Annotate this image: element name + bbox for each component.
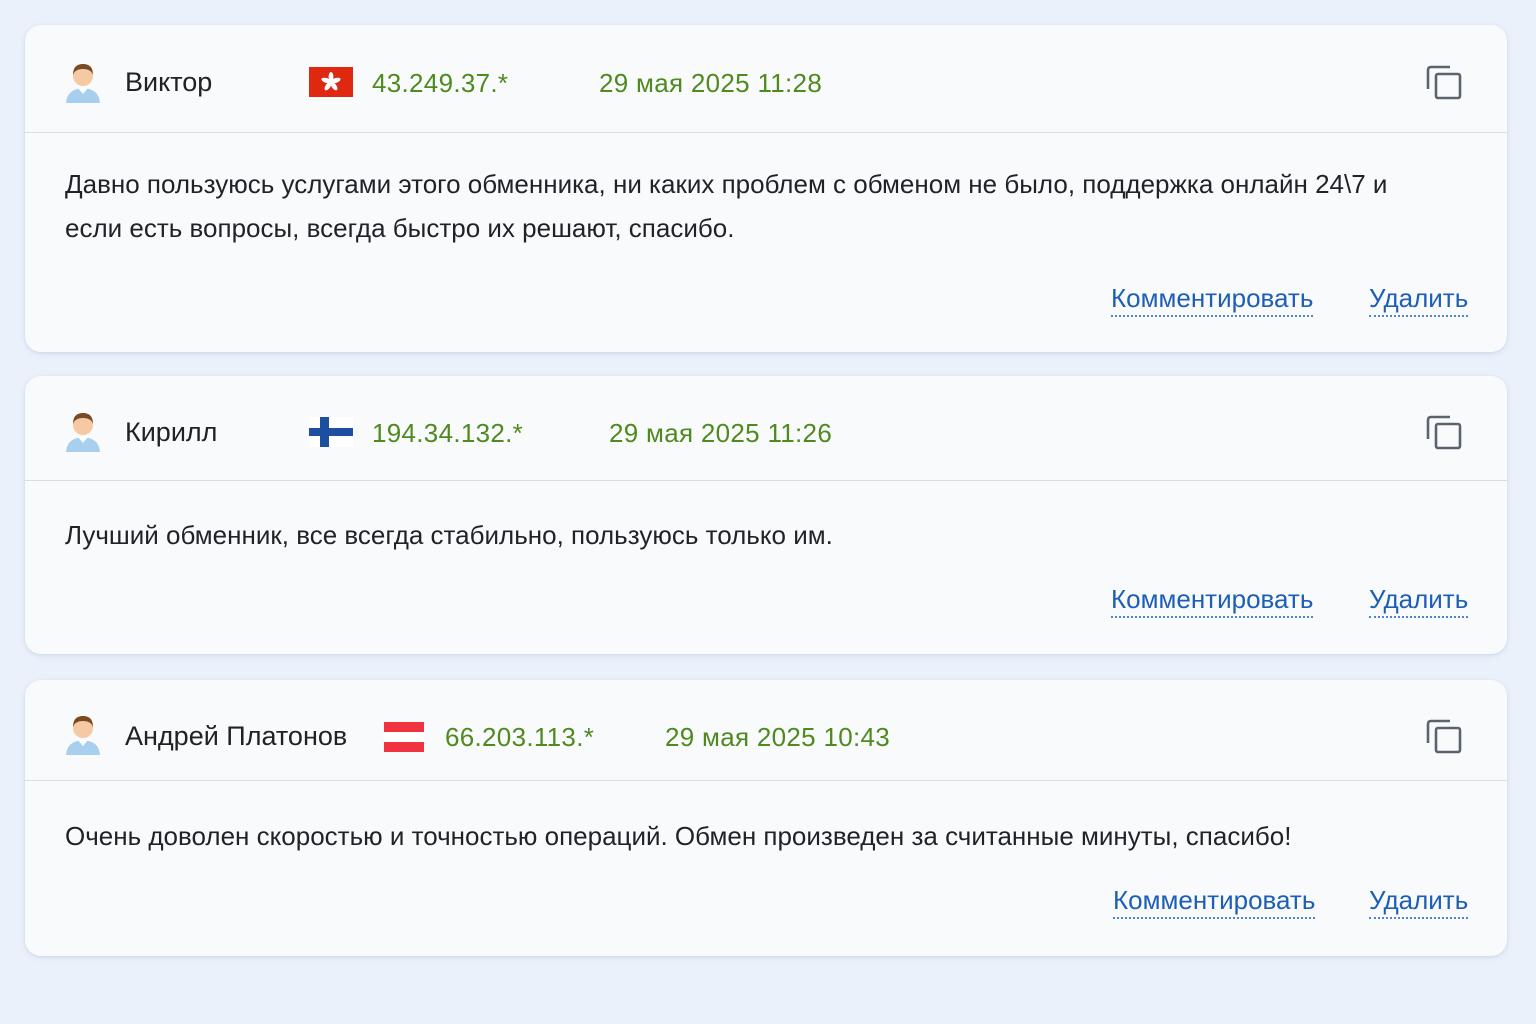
review-text: Давно пользуюсь услугами этого обменника…: [65, 169, 1388, 243]
review-header: Кирилл 194.34.132.* 29 мая 2025 11:26: [25, 376, 1507, 481]
review-card: Виктор 43.249.37.* 29 мая 2025 11:28 Дав…: [25, 25, 1507, 352]
finland-flag-icon: [309, 417, 353, 447]
comment-link[interactable]: Комментировать: [1111, 584, 1314, 618]
user-avatar-icon: [66, 413, 100, 452]
copy-icon[interactable]: [1425, 63, 1463, 101]
hong-kong-flag-icon: [309, 67, 353, 97]
review-date: 29 мая 2025 10:43: [665, 722, 891, 752]
user-avatar-icon: [66, 64, 100, 103]
review-card: Андрей Платонов 66.203.113.* 29 мая 2025…: [25, 680, 1507, 956]
author-name: Виктор: [125, 67, 213, 97]
ip-address: 43.249.37.*: [372, 68, 509, 98]
review-header: Андрей Платонов 66.203.113.* 29 мая 2025…: [25, 680, 1507, 781]
review-header: Виктор 43.249.37.* 29 мая 2025 11:28: [25, 25, 1507, 133]
ip-address: 194.34.132.*: [372, 418, 524, 448]
austria-flag-icon: [384, 722, 424, 752]
comment-link[interactable]: Комментировать: [1113, 885, 1316, 919]
author-name: Кирилл: [125, 417, 218, 447]
user-avatar-icon: [66, 716, 100, 755]
delete-link[interactable]: Удалить: [1369, 283, 1469, 317]
ip-address: 66.203.113.*: [445, 722, 595, 752]
copy-icon[interactable]: [1425, 717, 1463, 755]
author-name: Андрей Платонов: [125, 721, 348, 751]
review-text: Очень доволен скоростью и точностью опер…: [65, 821, 1292, 851]
comment-link[interactable]: Комментировать: [1111, 283, 1314, 317]
delete-link[interactable]: Удалить: [1369, 885, 1469, 919]
delete-link[interactable]: Удалить: [1369, 584, 1469, 618]
copy-icon[interactable]: [1425, 413, 1463, 451]
review-text: Лучший обменник, все всегда стабильно, п…: [65, 520, 833, 550]
review-date: 29 мая 2025 11:26: [609, 418, 833, 448]
review-card: Кирилл 194.34.132.* 29 мая 2025 11:26 Лу…: [25, 376, 1507, 654]
review-date: 29 мая 2025 11:28: [599, 68, 823, 98]
